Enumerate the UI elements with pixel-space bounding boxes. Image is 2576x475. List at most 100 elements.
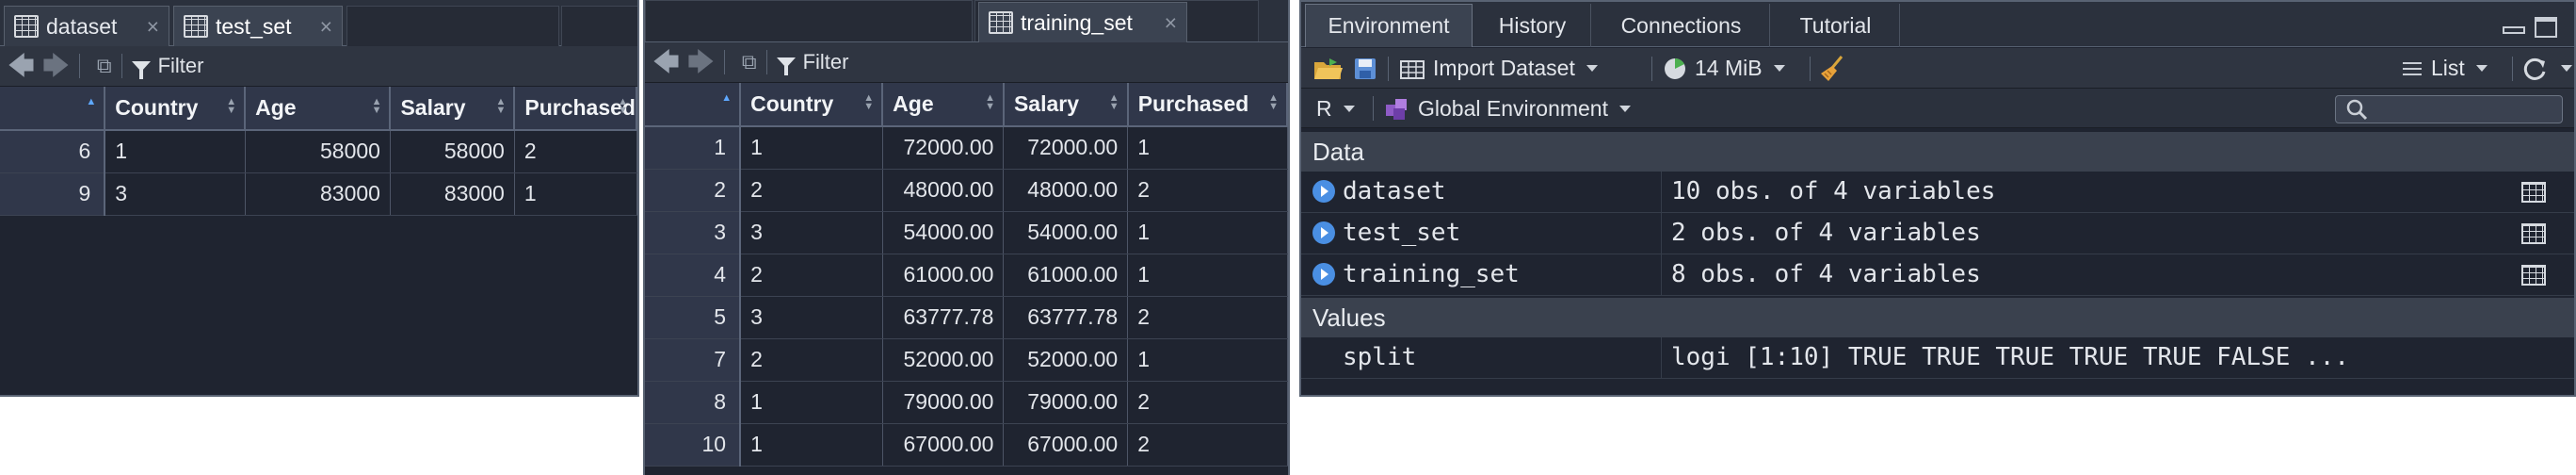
- load-workspace-button[interactable]: [1312, 48, 1344, 89]
- environment-scope-select[interactable]: Global Environment: [1384, 89, 1631, 128]
- table-cell: 1: [740, 381, 883, 424]
- data-section-header[interactable]: Data: [1301, 132, 2574, 172]
- sort-icon: ▲ ▼: [618, 96, 628, 116]
- environment-toolbar: Import Dataset 14 MiB List: [1301, 48, 2574, 89]
- language-label: R: [1316, 95, 1332, 121]
- table-cell: 72000.00: [1003, 126, 1129, 170]
- clear-workspace-button[interactable]: [1819, 48, 1847, 89]
- close-icon[interactable]: ×: [1165, 10, 1177, 36]
- import-dataset-label: Import Dataset: [1433, 56, 1575, 80]
- back-arrow-icon[interactable]: 🡄: [8, 53, 35, 79]
- tab-environment[interactable]: Environment: [1305, 4, 1473, 47]
- environment-row[interactable]: training_set 8 obs. of 4 variables: [1301, 254, 2574, 296]
- table-cell: 63777.78: [1003, 296, 1129, 339]
- column-header[interactable]: Salary ▲ ▼: [390, 87, 516, 131]
- viewer-toolbar: 🡄 🡆 ⧉ Filter: [645, 42, 1288, 83]
- test-set-viewer-pane: dataset × test_set × 🡄 🡆 ⧉ Filter ▲ Coun…: [0, 0, 639, 397]
- view-table-icon[interactable]: [2521, 182, 2546, 203]
- tab-label: Tutorial: [1799, 12, 1872, 38]
- tab-dataset[interactable]: dataset ×: [4, 6, 169, 46]
- close-icon[interactable]: ×: [320, 14, 332, 40]
- column-header[interactable]: Country ▲ ▼: [740, 83, 884, 127]
- forward-arrow-icon[interactable]: 🡆: [42, 53, 70, 79]
- filter-button[interactable]: Filter: [776, 50, 848, 75]
- column-header-label: Country: [750, 91, 834, 116]
- table-cell: 2: [740, 338, 883, 382]
- list-view-label: List: [2431, 56, 2465, 80]
- object-value: 8 obs. of 4 variables: [1671, 260, 1981, 288]
- import-dataset-button[interactable]: Import Dataset: [1399, 48, 1598, 89]
- column-header[interactable]: Age ▲ ▼: [882, 83, 1005, 127]
- minimize-icon[interactable]: [2503, 26, 2525, 34]
- expand-icon[interactable]: [1312, 263, 1335, 286]
- table-cell: 3: [740, 211, 883, 254]
- tab-label: test_set: [216, 13, 292, 39]
- column-header[interactable]: Country ▲ ▼: [105, 87, 247, 131]
- environment-search-input[interactable]: [2335, 95, 2563, 123]
- column-header[interactable]: Salary ▲ ▼: [1003, 83, 1129, 127]
- maximize-icon[interactable]: [2535, 17, 2557, 38]
- filter-button[interactable]: Filter: [131, 54, 203, 79]
- tab-history[interactable]: History: [1474, 4, 1591, 47]
- view-table-icon[interactable]: [2521, 223, 2546, 244]
- save-workspace-button[interactable]: [1354, 48, 1377, 89]
- table-row: 4 2 61000.00 61000.00 1: [645, 254, 1288, 297]
- tab-test-set[interactable]: test_set ×: [173, 6, 343, 46]
- values-section-header[interactable]: Values: [1301, 298, 2574, 337]
- empty-tab-slot: [561, 6, 637, 46]
- column-header[interactable]: Purchased ▲ ▼: [1127, 83, 1288, 127]
- empty-tab-slot: [346, 6, 559, 46]
- view-table-icon[interactable]: [2521, 265, 2546, 286]
- table-icon: [184, 15, 208, 38]
- table-cell: 1: [514, 172, 637, 216]
- tab-label: History: [1498, 12, 1567, 38]
- row-name-header[interactable]: ▲: [0, 87, 106, 131]
- table-row: 2 2 48000.00 48000.00 2: [645, 169, 1288, 212]
- tab-connections[interactable]: Connections: [1593, 4, 1770, 47]
- tab-training-set[interactable]: training_set ×: [978, 2, 1187, 42]
- object-value: logi [1:10] TRUE TRUE TRUE TRUE TRUE FAL…: [1671, 343, 2350, 371]
- column-header[interactable]: Age ▲ ▼: [245, 87, 392, 131]
- environment-row[interactable]: split logi [1:10] TRUE TRUE TRUE TRUE TR…: [1301, 337, 2574, 379]
- table-cell: 61000.00: [882, 254, 1005, 297]
- expand-icon[interactable]: [1312, 180, 1335, 203]
- viewer-toolbar: 🡄 🡆 ⧉ Filter: [0, 46, 637, 87]
- language-select[interactable]: R: [1316, 89, 1355, 128]
- editor-tab-bar: dataset × test_set ×: [0, 0, 637, 46]
- tab-tutorial[interactable]: Tutorial: [1772, 4, 1900, 47]
- row-number: 5: [645, 296, 742, 339]
- sort-icon: ▲ ▼: [985, 92, 995, 112]
- back-arrow-icon[interactable]: 🡄: [652, 49, 680, 75]
- table-cell: 61000.00: [1003, 254, 1129, 297]
- row-number: 6: [0, 130, 106, 173]
- popout-icon[interactable]: ⧉: [742, 52, 757, 73]
- environment-tab-bar: Environment History Connections Tutorial: [1301, 2, 2574, 47]
- list-icon: [2403, 61, 2422, 75]
- list-view-button[interactable]: List: [2401, 48, 2487, 89]
- column-header[interactable]: Purchased ▲ ▼: [514, 87, 637, 131]
- object-name: test_set: [1343, 219, 1461, 247]
- row-name-header[interactable]: ▲: [645, 83, 742, 127]
- sort-icon: ▲ ▼: [495, 96, 507, 116]
- refresh-button[interactable]: [2521, 48, 2572, 89]
- toolbar-divider: [1651, 57, 1652, 81]
- column-header-label: Age: [255, 95, 297, 120]
- tab-label: Environment: [1328, 13, 1450, 38]
- environment-row[interactable]: dataset 10 obs. of 4 variables: [1301, 172, 2574, 213]
- environment-row[interactable]: test_set 2 obs. of 4 variables: [1301, 213, 2574, 254]
- table-cell: 1: [1127, 338, 1288, 382]
- table-cell: 54000.00: [882, 211, 1005, 254]
- expand-icon[interactable]: [1312, 221, 1335, 244]
- table-cell: 52000.00: [1003, 338, 1129, 382]
- forward-arrow-icon[interactable]: 🡆: [687, 49, 715, 75]
- table-cell: 2: [1127, 296, 1288, 339]
- search-icon: [2346, 99, 2368, 121]
- table-cell: 72000.00: [882, 126, 1005, 170]
- close-icon[interactable]: ×: [147, 14, 159, 40]
- header-row: ▲ Country ▲ ▼ Age ▲ ▼ Salary ▲ ▼ Purchased ▲ ▼: [645, 83, 1288, 127]
- table-row: 8 1 79000.00 79000.00 2: [645, 381, 1288, 424]
- table-cell: 58000: [245, 130, 391, 173]
- popout-icon[interactable]: ⧉: [97, 56, 112, 76]
- memory-usage-button[interactable]: 14 MiB: [1663, 48, 1785, 89]
- toolbar-divider: [723, 50, 725, 74]
